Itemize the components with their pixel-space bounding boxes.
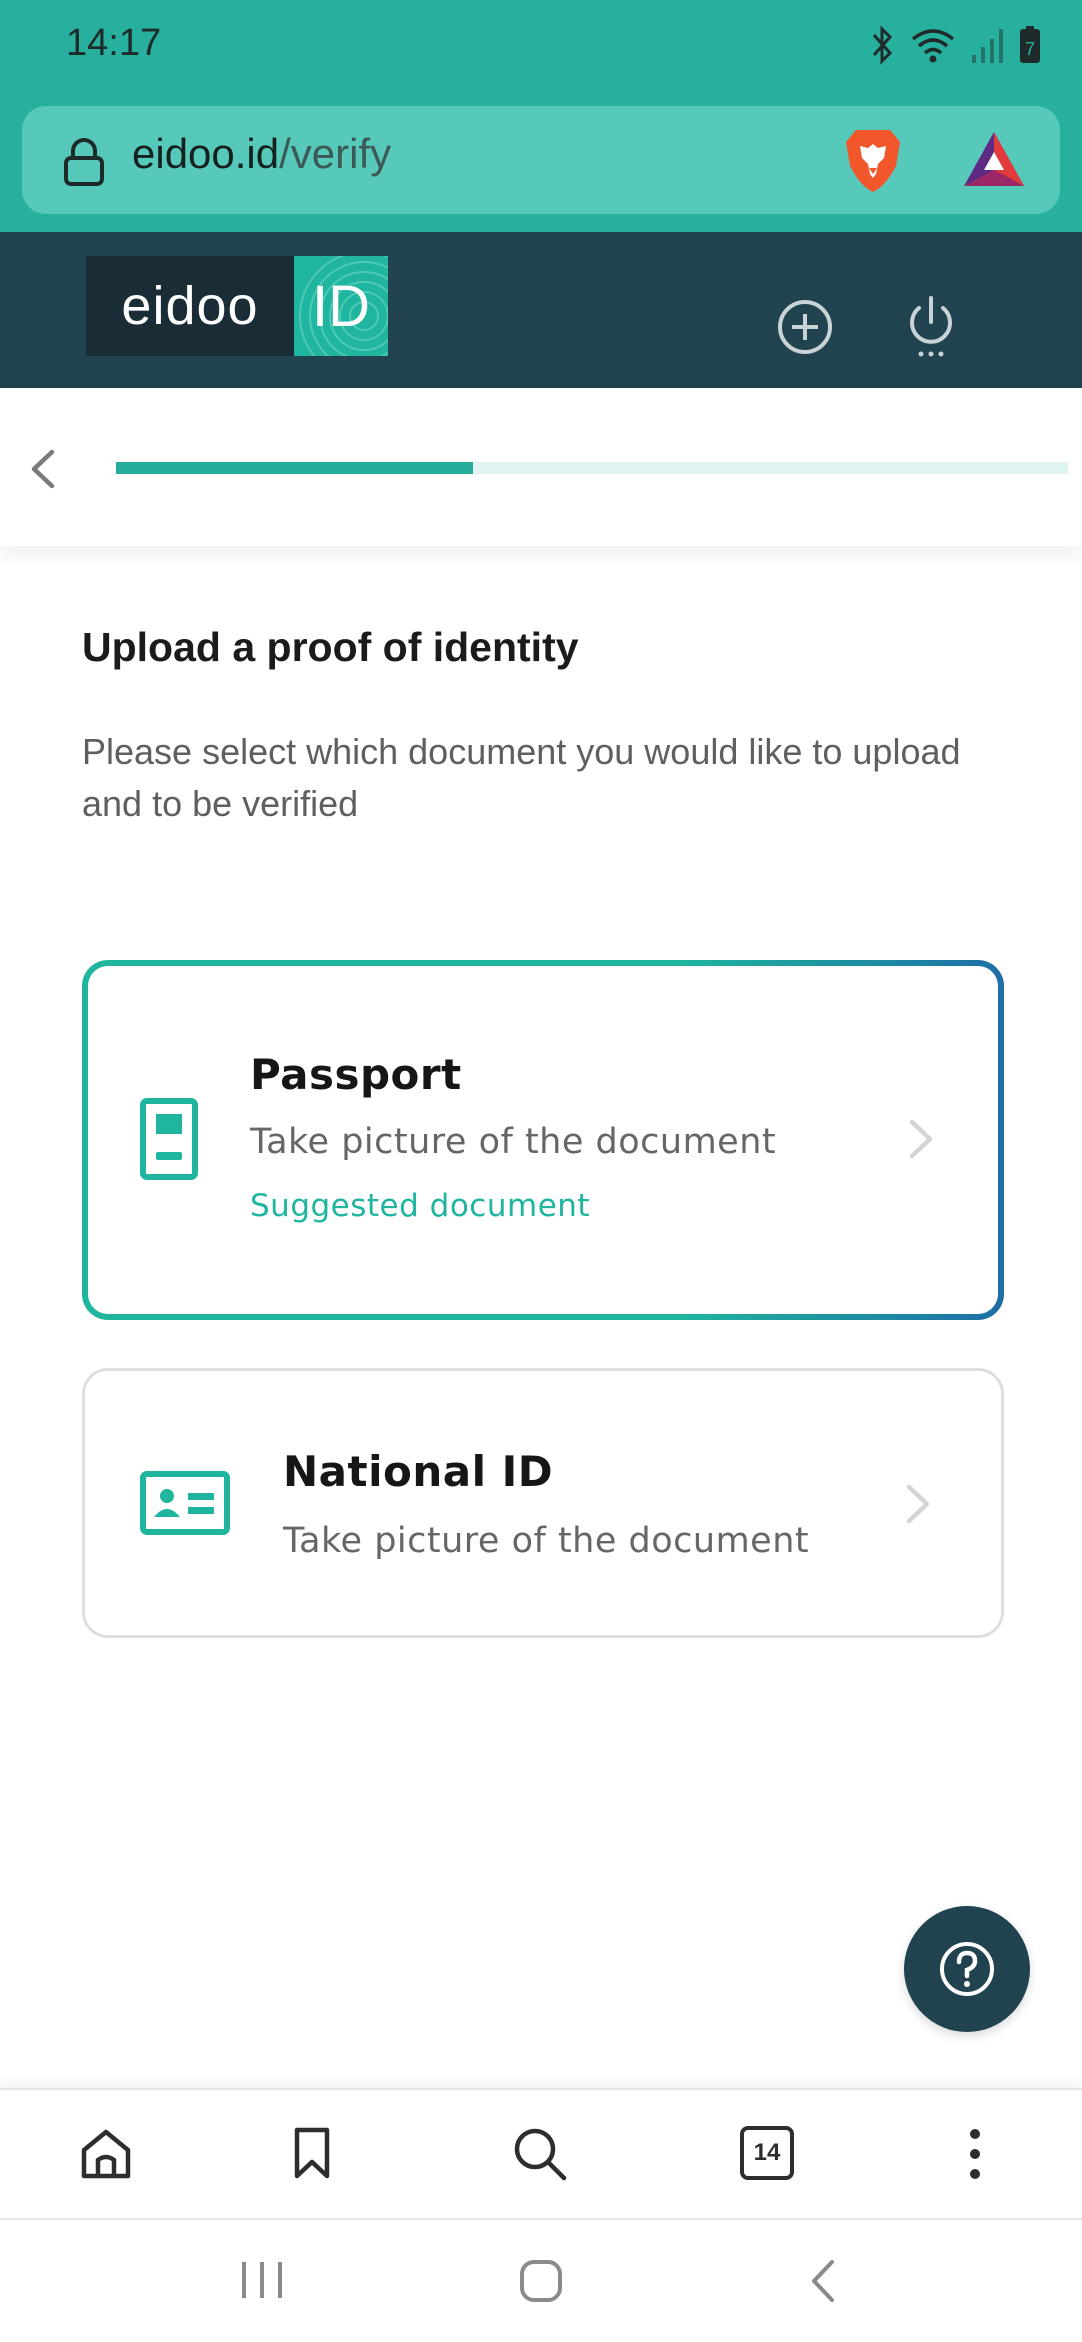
recent-apps-icon[interactable] [238, 2258, 286, 2302]
url-text: eidoo.id/verify [132, 130, 391, 178]
progress-section [0, 388, 1082, 546]
page-title: Upload a proof of identity [82, 624, 579, 670]
signal-icon [972, 29, 1003, 63]
lock-icon [64, 138, 104, 186]
battery-level: 7 [1025, 39, 1035, 59]
national-id-subtitle: Take picture of the document [283, 1521, 810, 1561]
logo-id-text: ID [312, 273, 370, 339]
suggested-badge: Suggested document [250, 1188, 591, 1224]
back-button-icon[interactable] [806, 2258, 840, 2304]
tabs-icon[interactable]: 14 [740, 2126, 794, 2180]
brave-shields-icon[interactable] [840, 124, 906, 196]
url-host: eidoo.id [132, 130, 280, 177]
national-id-title: National ID [283, 1447, 554, 1496]
passport-title: Passport [250, 1050, 462, 1099]
browser-address-bar: eidoo.id/verify [0, 100, 1082, 232]
status-icons: 7 [868, 24, 1042, 66]
battery-icon: 7 [1020, 26, 1040, 63]
chevron-right-icon [909, 1119, 933, 1159]
back-chevron-icon[interactable] [24, 444, 60, 494]
eidoo-logo[interactable]: eidoo ID [86, 256, 388, 356]
app-header: eidoo ID [0, 232, 1082, 388]
progress-fill [116, 462, 473, 474]
android-navigation-bar [0, 2218, 1082, 2342]
url-field[interactable]: eidoo.id/verify [22, 106, 1060, 214]
page-description: Please select which document you would l… [82, 731, 961, 824]
bookmark-icon[interactable] [292, 2126, 332, 2182]
national-id-option-card[interactable]: National ID Take picture of the document [82, 1368, 1004, 1638]
url-path: /verify [279, 130, 392, 177]
search-icon[interactable] [512, 2126, 568, 2182]
bluetooth-icon [872, 25, 893, 65]
help-question-icon [940, 1942, 994, 1996]
help-button[interactable] [904, 1906, 1030, 2032]
power-icon[interactable] [906, 296, 956, 360]
passport-option-card[interactable]: Passport Take picture of the document Su… [82, 960, 1004, 1320]
passport-subtitle: Take picture of the document [250, 1122, 777, 1162]
logo-wordmark: eidoo [86, 256, 294, 356]
browser-toolbar: 14 [0, 2088, 1082, 2218]
progress-bar [116, 462, 1068, 474]
logo-id-badge: ID [294, 256, 388, 356]
home-icon[interactable] [78, 2126, 134, 2182]
add-circle-icon[interactable] [776, 298, 834, 356]
passport-icon [140, 1098, 198, 1180]
chevron-right-icon [906, 1484, 930, 1524]
brave-rewards-icon[interactable] [962, 130, 1026, 188]
status-time: 14:17 [66, 22, 162, 64]
status-bar: 14:17 7 [0, 0, 1082, 100]
home-button-icon[interactable] [518, 2258, 564, 2304]
wifi-icon [911, 29, 955, 63]
id-card-icon [140, 1471, 230, 1535]
more-icon[interactable] [960, 2126, 990, 2182]
